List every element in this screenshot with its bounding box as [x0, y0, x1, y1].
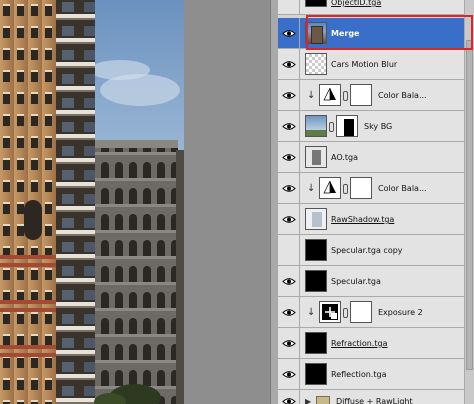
clip-arrow-icon: ↓ — [307, 90, 316, 101]
layer-mask-thumbnail[interactable] — [350, 84, 372, 106]
layer-row[interactable]: AO.tga — [278, 142, 464, 173]
eye-icon[interactable] — [278, 49, 300, 79]
layer-thumbnail — [305, 22, 327, 44]
layer-name: Refraction.tga — [331, 339, 388, 348]
layer-name: Sky BG — [364, 122, 393, 131]
layers-scrollbar[interactable] — [464, 0, 474, 404]
layer-name: Merge — [331, 29, 360, 38]
chain-link-icon[interactable] — [343, 308, 348, 318]
layer-row[interactable]: RawShadow.tga — [278, 204, 464, 235]
clip-arrow-icon: ↓ — [307, 307, 316, 318]
layer-name: Diffuse + RawLight — [336, 397, 413, 404]
canvas-pasteboard — [184, 0, 270, 404]
chain-link-icon[interactable] — [329, 122, 334, 132]
eye-icon[interactable] — [278, 390, 300, 404]
layer-row[interactable]: Cars Motion Blur — [278, 49, 464, 80]
layer-thumbnail — [305, 270, 327, 292]
exposure-icon[interactable] — [319, 301, 341, 323]
color-balance-icon[interactable] — [319, 177, 341, 199]
layer-mask-thumbnail[interactable] — [350, 177, 372, 199]
layer-name: RawShadow.tga — [331, 215, 395, 224]
eye-icon[interactable] — [278, 328, 300, 358]
layer-thumbnail — [305, 0, 327, 7]
layer-name: Color Bala... — [378, 91, 427, 100]
triangle-right-icon[interactable]: ▶ — [305, 397, 311, 404]
eye-icon[interactable] — [278, 111, 300, 141]
eye-icon[interactable] — [278, 173, 300, 203]
layer-row[interactable]: ObjectID.tga — [278, 0, 464, 15]
chain-link-icon[interactable] — [343, 184, 348, 194]
layer-mask-thumbnail[interactable] — [336, 115, 358, 137]
eye-icon[interactable] — [278, 18, 300, 48]
layer-row[interactable]: Specular.tga — [278, 266, 464, 297]
layer-name: Exposure 2 — [378, 308, 423, 317]
eye-icon[interactable] — [278, 142, 300, 172]
layer-group-row[interactable]: ▶ Diffuse + RawLight — [278, 390, 464, 404]
layer-mask-thumbnail[interactable] — [350, 301, 372, 323]
layer-row[interactable]: Reflection.tga — [278, 359, 464, 390]
layer-thumbnail — [305, 146, 327, 168]
layer-name: AO.tga — [331, 153, 358, 162]
layer-thumbnail — [305, 363, 327, 385]
layer-row[interactable]: Refraction.tga — [278, 328, 464, 359]
layer-thumbnail — [305, 115, 327, 137]
eye-icon[interactable] — [278, 266, 300, 296]
layer-row[interactable]: Specular.tga copy — [278, 235, 464, 266]
layers-panel: ObjectID.tga Merge Cars Motion Blur ↓ Co… — [278, 0, 474, 404]
eye-icon[interactable] — [278, 0, 300, 14]
eye-icon[interactable] — [278, 297, 300, 327]
color-balance-icon[interactable] — [319, 84, 341, 106]
layer-name: Cars Motion Blur — [331, 60, 398, 69]
eye-icon[interactable] — [278, 80, 300, 110]
eye-icon[interactable] — [278, 235, 300, 265]
layer-row[interactable]: ↓ Color Bala... — [278, 173, 464, 204]
canvas-image — [0, 0, 184, 404]
layer-thumbnail — [305, 332, 327, 354]
layer-row[interactable]: ↓ Color Bala... — [278, 80, 464, 111]
layer-thumbnail — [305, 208, 327, 230]
layer-name: Reflection.tga — [331, 370, 387, 379]
layer-row[interactable]: Merge — [278, 18, 464, 49]
folder-icon — [316, 396, 330, 404]
eye-icon[interactable] — [278, 359, 300, 389]
layer-thumbnail — [305, 53, 327, 75]
eye-icon[interactable] — [278, 204, 300, 234]
layers-list: ObjectID.tga Merge Cars Motion Blur ↓ Co… — [278, 0, 464, 404]
clip-arrow-icon: ↓ — [307, 183, 316, 194]
layer-row[interactable]: Sky BG — [278, 111, 464, 142]
chain-link-icon[interactable] — [343, 91, 348, 101]
layer-thumbnail — [305, 239, 327, 261]
scrollbar-thumb[interactable] — [466, 40, 473, 370]
document-canvas[interactable] — [0, 0, 184, 404]
layer-name: Specular.tga copy — [331, 246, 403, 255]
layer-name: ObjectID.tga — [331, 0, 382, 7]
layer-name: Specular.tga — [331, 277, 381, 286]
panel-divider[interactable] — [270, 0, 278, 404]
layer-row[interactable]: ↓ Exposure 2 — [278, 297, 464, 328]
layer-name: Color Bala... — [378, 184, 427, 193]
